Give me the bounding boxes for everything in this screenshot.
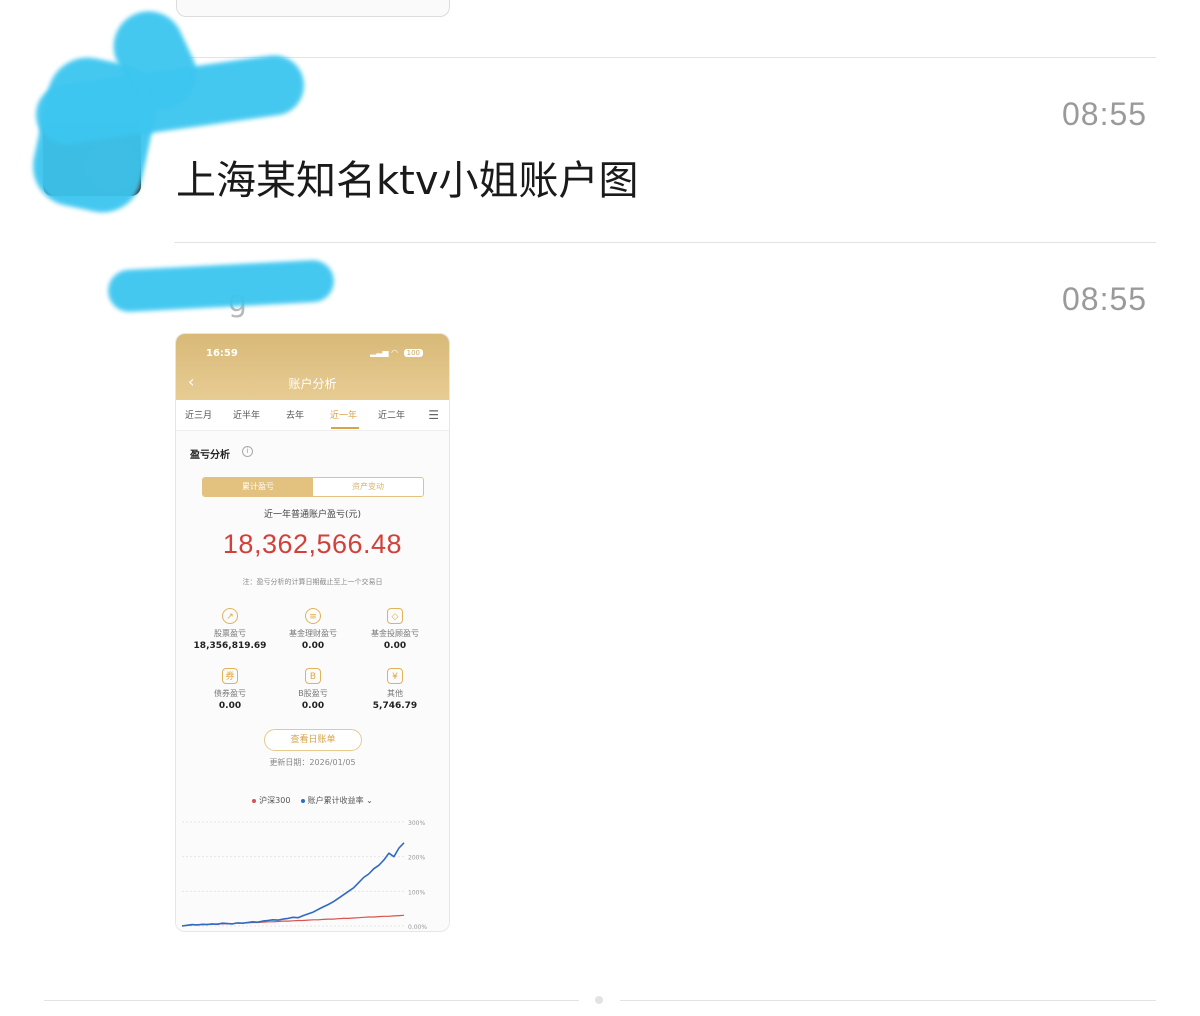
- y-tick-label: 100%: [408, 889, 425, 896]
- legend-dot-blue: [300, 798, 305, 803]
- redaction-scribble: [107, 259, 335, 313]
- legend-dot-red: [252, 798, 257, 803]
- yen-icon: ¥: [387, 668, 403, 684]
- stat-b-share[interactable]: B B股盈亏 0.00: [268, 668, 358, 711]
- bottom-divider: [44, 1000, 579, 1001]
- info-icon[interactable]: i: [242, 446, 253, 457]
- series-line-account: [181, 842, 405, 927]
- legend-account[interactable]: 账户累计收益率 ⌄: [300, 796, 373, 805]
- stat-label: 股票盈亏: [214, 629, 246, 638]
- wifi-icon: ◠: [391, 348, 399, 357]
- legend-label: 沪深300: [259, 796, 291, 805]
- chart-legend: 沪深300 账户累计收益率 ⌄: [176, 795, 449, 806]
- app-header: 16:59 ▂▃▅ ◠ 100 ‹ 账户分析: [176, 334, 449, 400]
- message-divider: [174, 242, 1156, 243]
- section-title: 盈亏分析: [190, 450, 230, 461]
- stock-icon: ↗: [222, 608, 238, 624]
- b-share-icon: B: [305, 668, 321, 684]
- stat-value: 0.00: [218, 701, 242, 711]
- summary-value: 18,362,566.48: [222, 529, 403, 559]
- view-daily-statement-button[interactable]: 查看日账单: [264, 729, 362, 751]
- previous-message-bubble: [176, 0, 450, 17]
- stat-stock[interactable]: ↗ 股票盈亏 18,356,819.69: [185, 608, 275, 651]
- stat-bond[interactable]: 券 债券盈亏 0.00: [185, 668, 275, 711]
- pnl-panel: 盈亏分析 i 累计盈亏 资产变动 近一年普通账户盈亏(元) 18,362,566…: [176, 431, 449, 931]
- stat-value: 0.00: [301, 641, 325, 651]
- summary-label: 近一年普通账户盈亏(元): [263, 510, 362, 520]
- period-tabs: 近三月 近半年 去年 近一年 近二年 ☰: [176, 400, 449, 431]
- stat-label: 基金投顾盈亏: [371, 629, 419, 638]
- update-date: 更新日期：2026/01/05: [269, 758, 356, 767]
- active-tab-indicator: [331, 427, 359, 429]
- stat-label: 其他: [387, 689, 403, 698]
- bond-icon: 券: [222, 668, 238, 684]
- coins-icon: ≡: [305, 608, 321, 624]
- tab-6m[interactable]: 近半年: [233, 408, 260, 421]
- stat-value: 0.00: [301, 701, 325, 711]
- stat-label: 基金理财盈亏: [289, 629, 337, 638]
- image-message[interactable]: 16:59 ▂▃▅ ◠ 100 ‹ 账户分析 近三月 近半年 去年 近一年 近二…: [175, 333, 450, 932]
- stat-value: 5,746.79: [372, 701, 418, 711]
- page-indicator-dot: [595, 996, 603, 1004]
- stat-label: B股盈亏: [298, 689, 328, 698]
- stat-label: 债券盈亏: [214, 689, 246, 698]
- segment-control: 累计盈亏 资产变动: [202, 477, 424, 497]
- tab-2y[interactable]: 近二年: [378, 408, 405, 421]
- stat-other[interactable]: ¥ 其他 5,746.79: [350, 668, 440, 711]
- box-icon: ◇: [387, 608, 403, 624]
- legend-label: 账户累计收益率: [307, 796, 364, 805]
- stat-value: 18,356,819.69: [193, 641, 267, 651]
- app-title: 账户分析: [288, 377, 337, 391]
- message-time: 08:55: [1062, 281, 1148, 317]
- message-divider: [174, 57, 1156, 58]
- stat-fund-advisor[interactable]: ◇ 基金投顾盈亏 0.00: [350, 608, 440, 651]
- status-time: 16:59: [206, 348, 238, 359]
- battery-icon: 100: [403, 349, 423, 357]
- segment-asset-change[interactable]: 资产变动: [313, 478, 423, 496]
- bottom-divider: [620, 1000, 1156, 1001]
- signal-icon: ▂▃▅: [370, 348, 389, 357]
- tab-last-year[interactable]: 去年: [286, 408, 304, 421]
- message-text[interactable]: 上海某知名ktv小姐账户图: [176, 148, 639, 206]
- legend-hs300[interactable]: 沪深300: [252, 796, 290, 805]
- y-tick-label: 200%: [408, 855, 425, 862]
- y-tick-label: 0.00%: [408, 924, 427, 931]
- stat-fund[interactable]: ≡ 基金理财盈亏 0.00: [268, 608, 358, 651]
- stat-value: 0.00: [383, 641, 407, 651]
- menu-icon[interactable]: ☰: [428, 408, 439, 422]
- tab-1y[interactable]: 近一年: [330, 408, 357, 421]
- y-tick-label: 300%: [408, 820, 425, 827]
- calculation-note: 注：盈亏分析的计算日期截止至上一个交易日: [242, 578, 383, 586]
- tab-3m[interactable]: 近三月: [185, 408, 212, 421]
- segment-cumulative-pnl[interactable]: 累计盈亏: [203, 478, 313, 496]
- message-time: 08:55: [1062, 96, 1148, 132]
- return-chart: 300% 200% 100% 0.00%: [181, 820, 427, 931]
- status-icons: ▂▃▅ ◠ 100: [370, 348, 423, 357]
